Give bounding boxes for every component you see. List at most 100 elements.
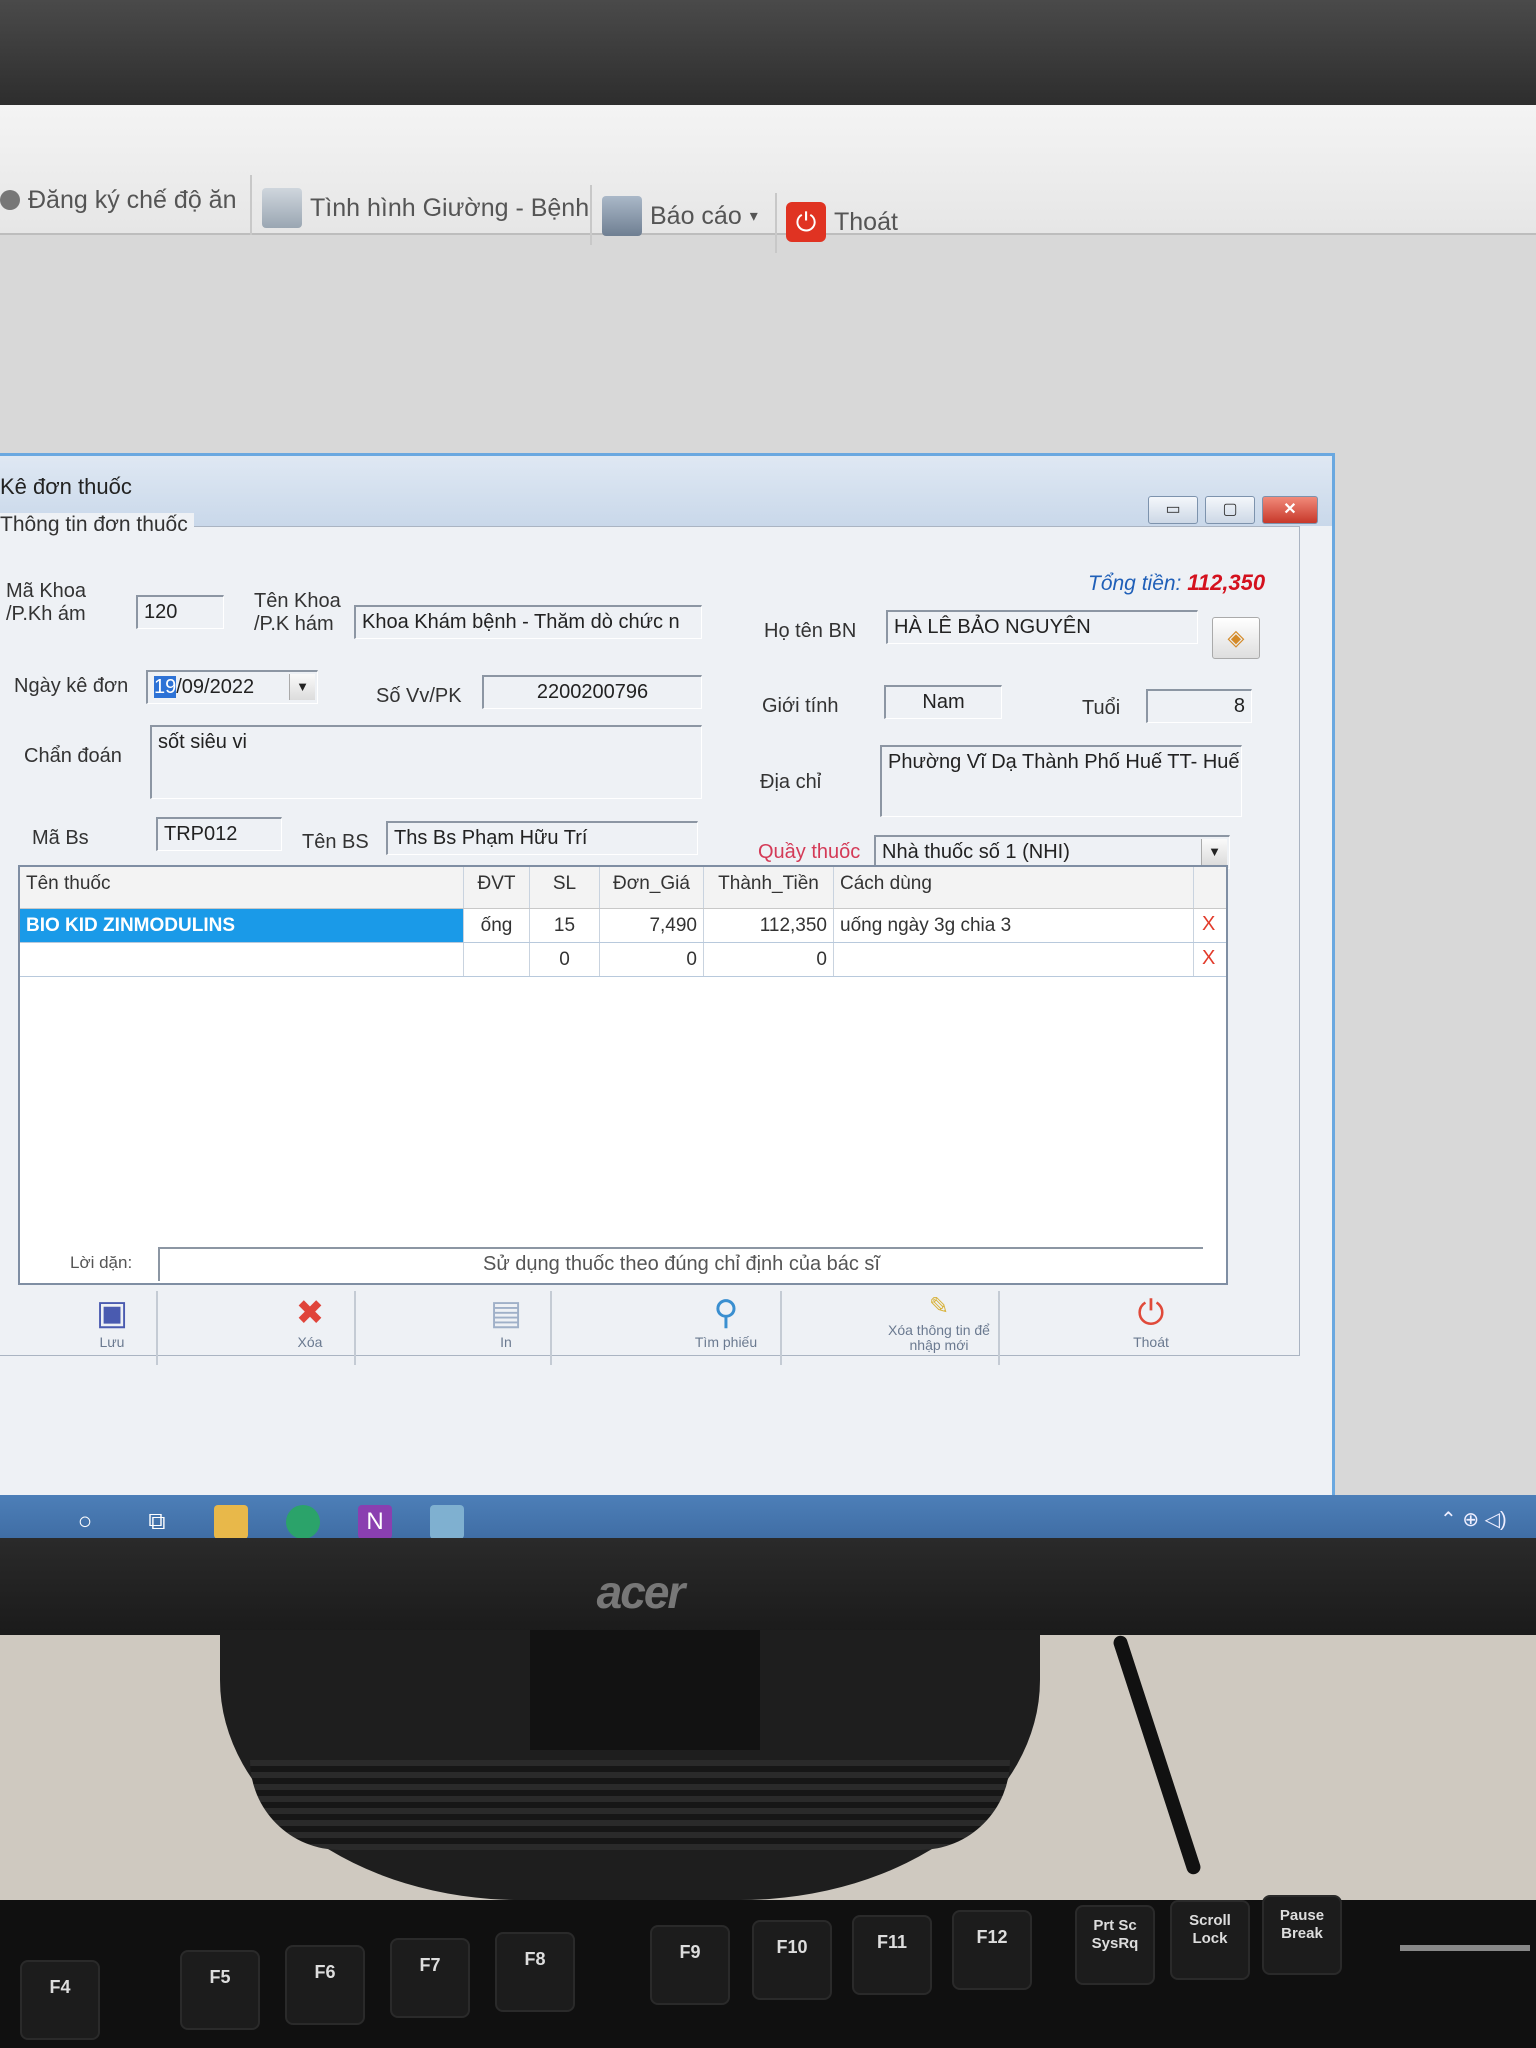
bed-icon: [262, 188, 302, 228]
key-f12[interactable]: F12: [952, 1910, 1032, 1990]
find-button[interactable]: ⚲ Tìm phiếu: [672, 1291, 782, 1365]
save-button[interactable]: ▣ Lưu: [68, 1291, 158, 1365]
monitor-stand-neck: [530, 1630, 760, 1750]
date-rest: /09/2022: [176, 676, 255, 698]
delete-button[interactable]: ✖ Xóa: [266, 1291, 356, 1365]
chevron-down-icon[interactable]: ▾: [750, 206, 758, 226]
cell-sl[interactable]: 0: [530, 943, 600, 976]
ma-bs-label: Mã Bs: [32, 827, 89, 849]
date-day-segment[interactable]: 19: [154, 676, 177, 698]
patient-lookup-button[interactable]: ◈: [1212, 617, 1260, 659]
task-view-icon[interactable]: ⧉: [140, 1505, 174, 1539]
hospital-app-icon[interactable]: [430, 1505, 464, 1539]
loi-dan-label: Lời dặn:: [70, 1253, 133, 1272]
ngay-ke-don-picker[interactable]: 19/09/2022 ▼: [146, 670, 318, 704]
toolbar-separator: [590, 185, 592, 245]
col-ten-thuoc[interactable]: Tên thuốc: [20, 867, 464, 908]
dia-chi-field[interactable]: Phường Vĩ Dạ Thành Phố Huế TT- Huế: [880, 745, 1242, 817]
key-print-screen[interactable]: Prt Sc SysRq: [1075, 1905, 1155, 1985]
table-row[interactable]: 0 0 0 X: [20, 943, 1226, 977]
power-icon: ⏻: [786, 202, 826, 242]
diamond-icon: ◈: [1227, 625, 1245, 650]
monitor-screen: Đăng ký chế độ ăn Tình hình Giường - Bện…: [0, 105, 1536, 1545]
so-vv-field[interactable]: 2200200796: [482, 675, 702, 709]
toolbar-exit[interactable]: ⏻ Thoát: [786, 197, 898, 247]
printer-icon: ▤: [489, 1294, 523, 1332]
ma-bs-field[interactable]: TRP012: [156, 817, 282, 851]
cell-cach-dung[interactable]: uống ngày 3g chia 3: [834, 909, 1194, 942]
ma-khoa-label: Mã Khoa /P.Kh ám: [6, 580, 87, 625]
key-f11[interactable]: F11: [852, 1915, 932, 1995]
toolbar-reports[interactable]: Báo cáo ▾: [602, 191, 758, 241]
onenote-icon[interactable]: N: [358, 1505, 392, 1539]
cell-ten-thuoc[interactable]: [20, 943, 464, 976]
table-row[interactable]: BIO KID ZINMODULINS ống 15 7,490 112,350…: [20, 909, 1226, 943]
gioi-tinh-field[interactable]: Nam: [884, 685, 1002, 719]
clear-form-button[interactable]: ✎ Xóa thông tin để nhập mới: [880, 1291, 1000, 1365]
cell-don-gia[interactable]: 0: [600, 943, 704, 976]
edge-browser-icon[interactable]: [286, 1505, 320, 1539]
broom-icon: ✎: [928, 1293, 950, 1320]
toolbar-diet-label: Đăng ký chế độ ăn: [28, 185, 237, 214]
system-tray[interactable]: ⌃ ⊕ ◁): [1440, 1507, 1507, 1532]
delete-row-icon[interactable]: X: [1202, 947, 1215, 970]
total-value: 112,350: [1187, 570, 1266, 595]
cell-cach-dung[interactable]: [834, 943, 1194, 976]
exit-button[interactable]: ⏻ Thoát: [1106, 1291, 1196, 1365]
minimize-button[interactable]: ▭: [1148, 496, 1198, 524]
key-f7[interactable]: F7: [390, 1938, 470, 2018]
ten-khoa-field[interactable]: Khoa Khám bệnh - Thăm dò chức n: [354, 605, 702, 639]
loi-dan-field[interactable]: Sử dụng thuốc theo đúng chỉ định của bác…: [158, 1247, 1203, 1281]
quay-thuoc-select[interactable]: Nhà thuốc số 1 (NHI) ▼: [874, 835, 1230, 869]
cell-sl[interactable]: 15: [530, 909, 600, 942]
key-f8[interactable]: F8: [495, 1932, 575, 2012]
total-label: Tổng tiền:: [1088, 572, 1182, 595]
col-don-gia[interactable]: Đơn_Giá: [600, 867, 704, 908]
col-thanh-tien[interactable]: Thành_Tiền: [704, 867, 834, 908]
search-icon[interactable]: ○: [68, 1505, 102, 1539]
cell-thanh-tien[interactable]: 112,350: [704, 909, 834, 942]
ho-ten-field[interactable]: HÀ LÊ BẢO NGUYÊN: [886, 610, 1198, 644]
col-dvt[interactable]: ĐVT: [464, 867, 530, 908]
quay-thuoc-label: Quầy thuốc: [758, 841, 861, 863]
close-button[interactable]: ✕: [1262, 496, 1318, 524]
save-label: Lưu: [99, 1334, 125, 1350]
red-x-icon: ✖: [295, 1294, 325, 1332]
chevron-down-icon[interactable]: ▼: [1201, 839, 1227, 865]
toolbar-diet-registration[interactable]: Đăng ký chế độ ăn: [0, 175, 236, 225]
tuoi-label: Tuổi: [1082, 697, 1121, 719]
ten-bs-field[interactable]: Ths Bs Phạm Hữu Trí: [386, 821, 698, 855]
ma-khoa-field[interactable]: 120: [136, 595, 224, 629]
cell-dvt[interactable]: [464, 943, 530, 976]
key-pause-break[interactable]: Pause Break: [1262, 1895, 1342, 1975]
chan-doan-field[interactable]: sốt siêu vi: [150, 725, 702, 799]
toolbar-bed-status[interactable]: Tình hình Giường - Bệnh: [262, 183, 589, 233]
cell-dvt[interactable]: ống: [464, 909, 530, 942]
print-button[interactable]: ▤ In: [462, 1291, 552, 1365]
clear-label: Xóa thông tin để nhập mới: [888, 1322, 990, 1353]
delete-row-icon[interactable]: X: [1202, 913, 1215, 936]
monitor-top-bezel: [0, 0, 1536, 110]
drug-grid: Tên thuốc ĐVT SL Đơn_Giá Thành_Tiền Cách…: [18, 865, 1228, 1285]
tuoi-field[interactable]: 8: [1146, 689, 1252, 723]
chan-doan-label: Chẩn đoán: [24, 745, 122, 767]
key-f9[interactable]: F9: [650, 1925, 730, 2005]
chevron-down-icon[interactable]: ▼: [289, 674, 315, 700]
diet-icon: [0, 190, 20, 210]
power-icon: ⏻: [1137, 1294, 1165, 1332]
file-explorer-icon[interactable]: [214, 1505, 248, 1539]
cell-thanh-tien[interactable]: 0: [704, 943, 834, 976]
cell-ten-thuoc[interactable]: BIO KID ZINMODULINS: [20, 909, 464, 942]
monitor-stand-vents: [250, 1760, 1010, 1850]
key-f6[interactable]: F6: [285, 1945, 365, 2025]
col-cach-dung[interactable]: Cách dùng: [834, 867, 1194, 908]
monitor-bottom-bezel: [0, 1538, 1536, 1638]
dia-chi-label: Địa chỉ: [760, 771, 822, 793]
maximize-button[interactable]: ▢: [1205, 496, 1255, 524]
key-f4[interactable]: F4: [20, 1960, 100, 2040]
cell-don-gia[interactable]: 7,490: [600, 909, 704, 942]
key-f5[interactable]: F5: [180, 1950, 260, 2030]
key-scroll-lock[interactable]: Scroll Lock: [1170, 1900, 1250, 1980]
col-sl[interactable]: SL: [530, 867, 600, 908]
key-f10[interactable]: F10: [752, 1920, 832, 2000]
